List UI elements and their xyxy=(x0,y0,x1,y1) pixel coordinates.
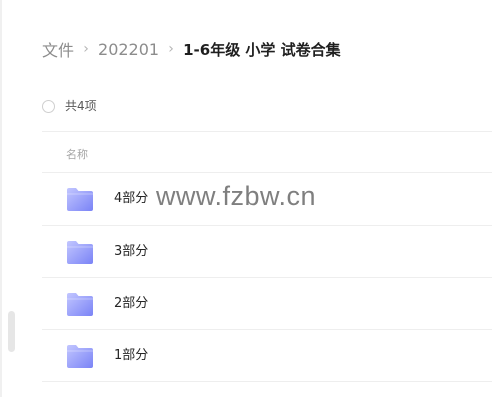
scrollbar-handle[interactable] xyxy=(8,311,15,352)
list-item[interactable]: 1部分 xyxy=(42,330,492,382)
item-count: 共4项 xyxy=(65,99,97,113)
folder-icon xyxy=(67,188,93,211)
folder-icon xyxy=(67,345,93,368)
list-item[interactable]: 4部分 xyxy=(42,173,492,225)
select-all-row: 共4项 xyxy=(42,98,97,114)
select-all-checkbox[interactable] xyxy=(42,99,55,113)
divider xyxy=(42,381,492,382)
breadcrumb-current-folder: 1-6年级 小学 试卷合集 xyxy=(183,40,341,59)
list-item[interactable]: 3部分 xyxy=(42,226,492,278)
folder-icon xyxy=(67,293,93,316)
column-header-name[interactable]: 名称 xyxy=(66,146,88,162)
breadcrumb-item-files[interactable]: 文件 xyxy=(42,37,74,61)
breadcrumb: 文件 › 202201 › 1-6年级 小学 试卷合集 xyxy=(42,37,341,61)
list-item-name: 4部分 xyxy=(114,191,149,206)
list-item-name: 2部分 xyxy=(114,296,149,311)
breadcrumb-item-202201[interactable]: 202201 xyxy=(98,40,159,59)
list-item-name: 3部分 xyxy=(114,244,149,259)
folder-icon xyxy=(67,241,93,264)
window-edge xyxy=(0,0,2,397)
list-item-name: 1部分 xyxy=(114,348,149,363)
breadcrumb-separator-icon: › xyxy=(168,41,174,57)
list-item[interactable]: 2部分 xyxy=(42,278,492,330)
divider xyxy=(42,131,492,132)
breadcrumb-separator-icon: › xyxy=(83,41,89,57)
